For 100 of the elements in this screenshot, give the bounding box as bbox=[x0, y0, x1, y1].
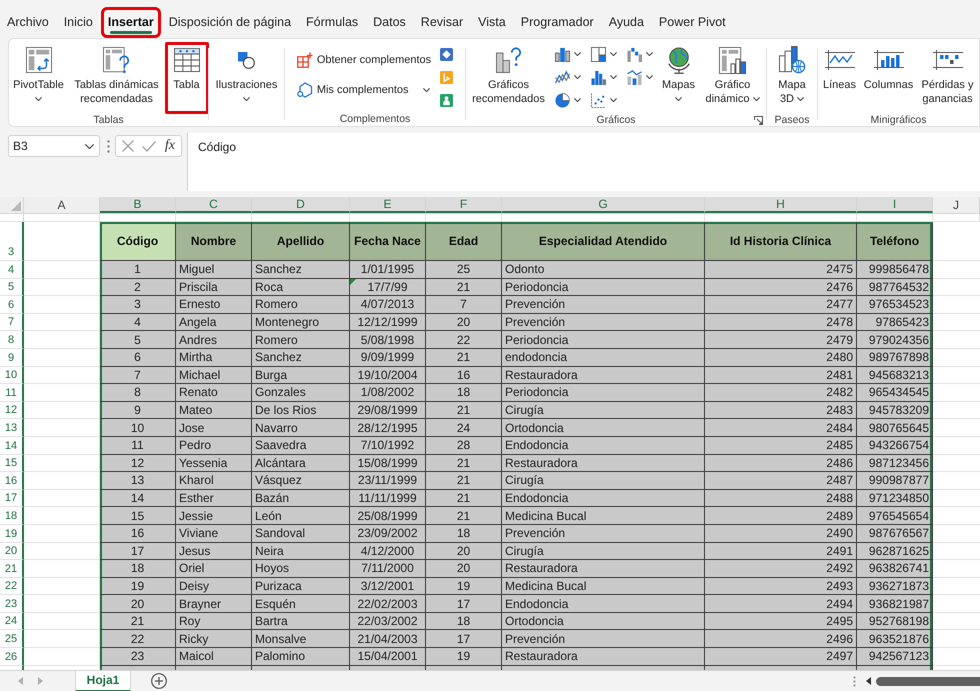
ribbon-tab[interactable]: Archivo bbox=[0, 7, 56, 38]
row-header[interactable]: 24 bbox=[0, 612, 24, 630]
row-header[interactable]: 10 bbox=[0, 366, 24, 384]
table-cell: 2492 bbox=[705, 560, 857, 578]
ribbon-button[interactable]: Columnas bbox=[860, 42, 916, 114]
ribbon-button[interactable]: Obtener complementos bbox=[292, 48, 436, 72]
table-cell: Michael bbox=[176, 366, 252, 384]
name-box[interactable]: B3 bbox=[8, 135, 100, 157]
table-cell: 21 bbox=[426, 507, 502, 525]
ribbon-button[interactable]: Ilustraciones bbox=[212, 42, 282, 114]
row-header[interactable]: 15 bbox=[0, 454, 24, 472]
table-cell: Gonzales bbox=[252, 384, 350, 402]
column-header[interactable]: H bbox=[705, 197, 857, 213]
row-header[interactable]: 13 bbox=[0, 419, 24, 437]
column-header[interactable]: J bbox=[933, 197, 980, 213]
check-icon[interactable] bbox=[142, 140, 156, 152]
row-header[interactable]: 9 bbox=[0, 348, 24, 367]
column-header[interactable]: C bbox=[176, 197, 252, 213]
row-header[interactable]: 8 bbox=[0, 331, 24, 349]
ribbon-button[interactable]: Mapa 3D bbox=[770, 42, 814, 114]
table-cell: 965434545 bbox=[857, 384, 933, 402]
row-header[interactable]: 20 bbox=[0, 542, 24, 560]
header-cell: Nombre bbox=[176, 222, 252, 261]
dialog-launcher-icon[interactable] bbox=[754, 116, 763, 124]
insert-function-button[interactable]: fx bbox=[164, 138, 175, 154]
caret-icon bbox=[646, 52, 652, 56]
row-header[interactable]: 7 bbox=[0, 314, 24, 332]
row-header[interactable]: 5 bbox=[0, 278, 24, 296]
ribbon-button[interactable]: Mapas bbox=[658, 42, 700, 114]
ribbon-tab[interactable]: Fórmulas bbox=[299, 7, 366, 38]
ribbon-button[interactable]: Mis complementos bbox=[292, 78, 436, 102]
table-cell: 20 bbox=[426, 314, 502, 332]
scrollbar-thumb[interactable] bbox=[876, 676, 980, 686]
table-cell: 2485 bbox=[705, 436, 857, 455]
table-cell: 18 bbox=[426, 384, 502, 402]
table-cell: Endodoncia bbox=[502, 595, 705, 613]
ribbon-tab[interactable]: Revisar bbox=[414, 7, 470, 38]
row-header[interactable]: 4 bbox=[0, 261, 24, 279]
table-cell: Jessie bbox=[176, 507, 252, 525]
row-header[interactable]: 23 bbox=[0, 595, 24, 613]
formula-input[interactable]: Código bbox=[187, 133, 980, 191]
sheet-tab[interactable]: Hoja1 bbox=[75, 670, 131, 691]
row-header[interactable]: 3 bbox=[0, 222, 24, 261]
column-header[interactable]: I bbox=[857, 197, 933, 213]
ribbon-tab[interactable]: Vista bbox=[471, 7, 513, 38]
table-cell: Cirugía bbox=[502, 402, 705, 420]
table-cell: De los Rios bbox=[252, 402, 350, 420]
table-cell: Palomino bbox=[252, 648, 350, 666]
row-header[interactable]: 6 bbox=[0, 296, 24, 314]
table-cell: Ortodoncia bbox=[502, 419, 705, 437]
column-header[interactable]: F bbox=[426, 197, 502, 213]
ribbon-button[interactable]: Tablas dinámicas recomendadas bbox=[70, 42, 164, 114]
row-header[interactable]: 25 bbox=[0, 630, 24, 648]
ribbon-button[interactable]: Gráfico dinámico bbox=[700, 42, 764, 114]
table-cell: 17 bbox=[100, 542, 176, 560]
caret-icon bbox=[646, 75, 652, 79]
ribbon-button[interactable]: Gráficos recomendados bbox=[468, 42, 550, 114]
row-header[interactable]: 11 bbox=[0, 384, 24, 402]
header-cell: Edad bbox=[426, 222, 502, 261]
column-header[interactable]: D bbox=[252, 197, 350, 213]
table-cell: 20 bbox=[426, 560, 502, 578]
table-cell: 2479 bbox=[705, 331, 857, 349]
row-header[interactable]: 21 bbox=[0, 560, 24, 578]
table-cell: 2497 bbox=[705, 648, 857, 666]
row-header[interactable]: 18 bbox=[0, 507, 24, 525]
table-cell: 11 bbox=[100, 436, 176, 455]
ribbon-button[interactable]: Pérdidas y ganancias bbox=[918, 42, 978, 114]
row-header[interactable]: 19 bbox=[0, 524, 24, 542]
corner-triangle-icon bbox=[11, 201, 21, 211]
column-header[interactable]: B bbox=[100, 197, 176, 213]
row-header[interactable]: 14 bbox=[0, 436, 24, 455]
header-cell: Teléfono bbox=[857, 222, 933, 261]
row-header[interactable]: 17 bbox=[0, 490, 24, 508]
column-header[interactable]: E bbox=[350, 197, 426, 213]
table-cell: 3/12/2001 bbox=[350, 578, 426, 596]
row-header[interactable]: 12 bbox=[0, 402, 24, 420]
group-label: Complementos bbox=[340, 112, 410, 124]
table-cell: Oriel bbox=[176, 560, 252, 578]
table-cell: 7/11/2000 bbox=[350, 560, 426, 578]
ribbon-tab[interactable]: Power Pivot bbox=[652, 7, 733, 38]
table-cell: Romero bbox=[252, 296, 350, 314]
row-header[interactable]: 22 bbox=[0, 578, 24, 596]
ribbon-tab[interactable]: Datos bbox=[366, 7, 413, 38]
table-cell: 28/12/1995 bbox=[350, 419, 426, 437]
add-sheet-icon[interactable] bbox=[151, 673, 167, 689]
row-header[interactable]: 26 bbox=[0, 648, 24, 666]
table-cell: Neira bbox=[252, 542, 350, 560]
ribbon-button[interactable]: PivotTable bbox=[8, 42, 68, 114]
ribbon-tab[interactable]: Inicio bbox=[56, 7, 100, 38]
ribbon-button[interactable]: Tabla bbox=[164, 42, 208, 114]
column-header[interactable]: G bbox=[502, 197, 705, 213]
scroll-left-icon[interactable] bbox=[866, 677, 871, 685]
table-cell: 976545654 bbox=[857, 507, 933, 525]
close-icon[interactable] bbox=[122, 140, 134, 152]
ribbon-button[interactable]: Líneas bbox=[820, 42, 860, 114]
grip-icon bbox=[853, 676, 856, 686]
ribbon-tab[interactable]: Programador bbox=[514, 7, 601, 38]
ribbon-tab[interactable]: Disposición de página bbox=[162, 7, 298, 38]
row-header[interactable]: 16 bbox=[0, 472, 24, 490]
ribbon-tab[interactable]: Ayuda bbox=[602, 7, 651, 38]
